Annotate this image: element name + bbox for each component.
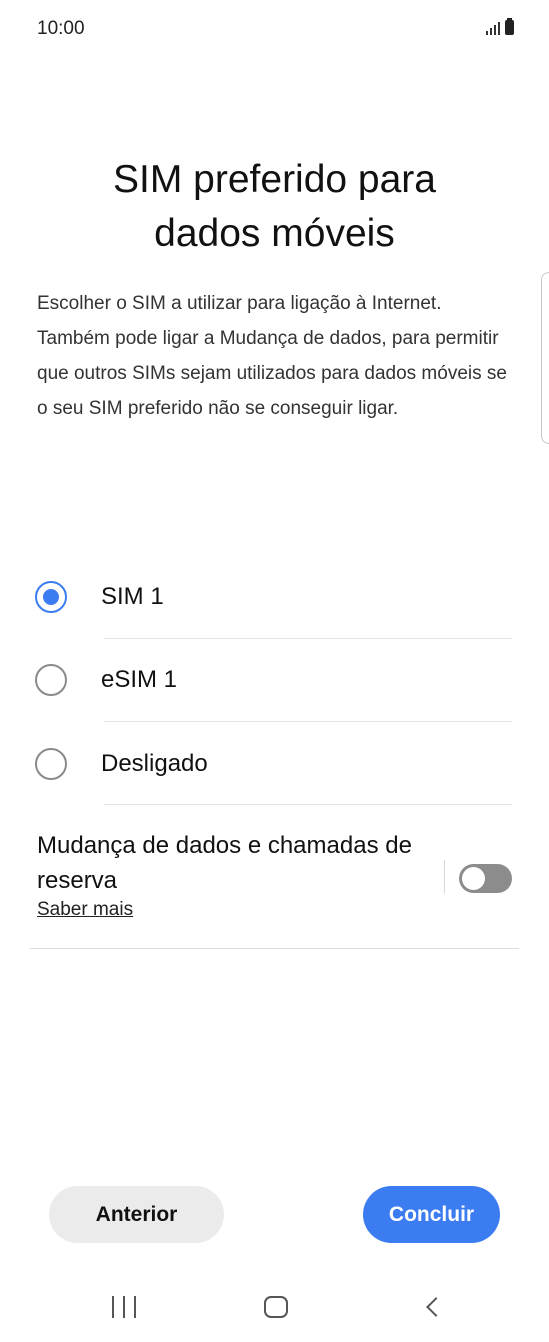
learn-more-link[interactable]: Saber mais bbox=[37, 899, 133, 921]
data-switch-toggle[interactable] bbox=[459, 864, 512, 893]
status-time: 10:00 bbox=[37, 18, 85, 39]
option-label-esim1: eSIM 1 bbox=[101, 666, 178, 693]
radio-esim1[interactable] bbox=[35, 664, 67, 696]
option-label-sim1: SIM 1 bbox=[101, 583, 164, 610]
toggle-separator bbox=[444, 860, 445, 894]
battery-icon bbox=[505, 18, 514, 35]
page-title-line1: SIM preferido para bbox=[113, 158, 436, 201]
section-divider bbox=[30, 948, 519, 949]
home-icon[interactable] bbox=[264, 1296, 288, 1318]
back-icon[interactable] bbox=[426, 1297, 446, 1317]
radio-off[interactable] bbox=[35, 748, 67, 780]
data-switch-setting[interactable]: Mudança de dados e chamadas de reserva S… bbox=[37, 828, 437, 921]
navigation-bar bbox=[0, 1280, 549, 1342]
option-off[interactable]: Desligado bbox=[0, 735, 549, 818]
previous-button[interactable]: Anterior bbox=[49, 1186, 224, 1243]
status-icons bbox=[486, 18, 514, 35]
option-label-off: Desligado bbox=[101, 750, 208, 777]
done-button[interactable]: Concluir bbox=[363, 1186, 500, 1243]
page-title-line2: dados móveis bbox=[154, 212, 395, 255]
description-text: Escolher o SIM a utilizar para ligação à… bbox=[37, 293, 507, 419]
option-divider bbox=[104, 638, 512, 639]
option-divider bbox=[104, 804, 512, 805]
page-title: SIM preferido para dados móveis bbox=[0, 153, 549, 261]
option-divider bbox=[104, 721, 512, 722]
radio-sim1[interactable] bbox=[35, 581, 67, 613]
data-switch-label: Mudança de dados e chamadas de reserva bbox=[37, 832, 412, 894]
recent-apps-icon[interactable] bbox=[112, 1296, 136, 1318]
status-bar: 10:00 bbox=[0, 0, 549, 60]
signal-bars-icon bbox=[486, 21, 500, 35]
scroll-indicator[interactable] bbox=[541, 272, 549, 444]
